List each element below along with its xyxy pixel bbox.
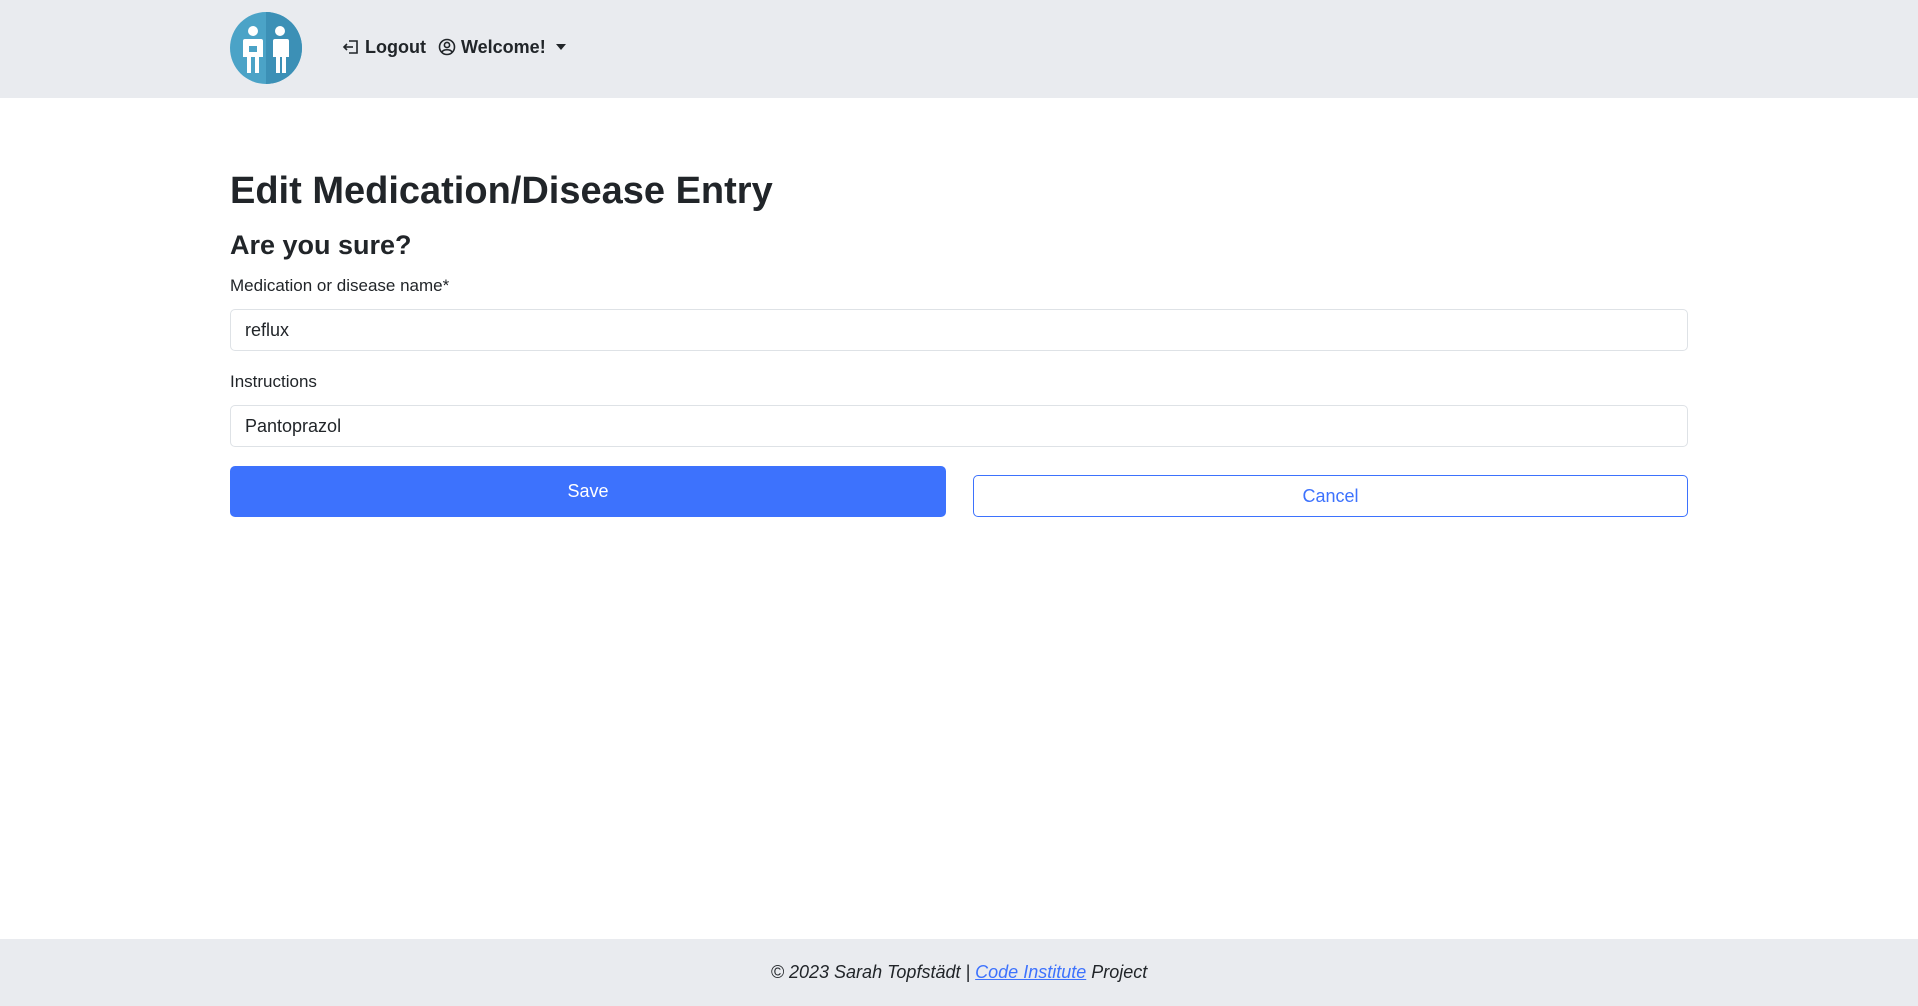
save-button[interactable]: Save: [230, 466, 946, 517]
name-label: Medication or disease name*: [230, 276, 450, 295]
page-title: Edit Medication/Disease Entry: [230, 170, 773, 212]
name-input[interactable]: [230, 309, 1688, 351]
footer: © 2023 Sarah Topfstädt | Code Institute …: [0, 939, 1918, 1006]
doctor-patient-icon[interactable]: [230, 12, 302, 84]
footer-suffix: Project: [1086, 962, 1148, 982]
navbar: Logout Welcome!: [0, 0, 1918, 98]
logout-label: Logout: [365, 36, 426, 57]
user-circle-icon: [438, 38, 456, 56]
footer-copyright: © 2023 Sarah Topfstädt |: [770, 962, 976, 982]
welcome-dropdown[interactable]: Welcome!: [438, 34, 566, 60]
logout-link[interactable]: Logout: [342, 34, 426, 60]
cancel-button[interactable]: Cancel: [973, 475, 1688, 517]
welcome-label: Welcome!: [461, 36, 546, 57]
instructions-input[interactable]: [230, 405, 1688, 447]
confirmation-subtitle: Are you sure?: [230, 230, 412, 260]
code-institute-link[interactable]: Code Institute: [975, 962, 1086, 983]
instructions-label: Instructions: [230, 372, 317, 391]
logout-arrow-icon: [342, 38, 360, 56]
caret-down-icon: [555, 44, 566, 50]
